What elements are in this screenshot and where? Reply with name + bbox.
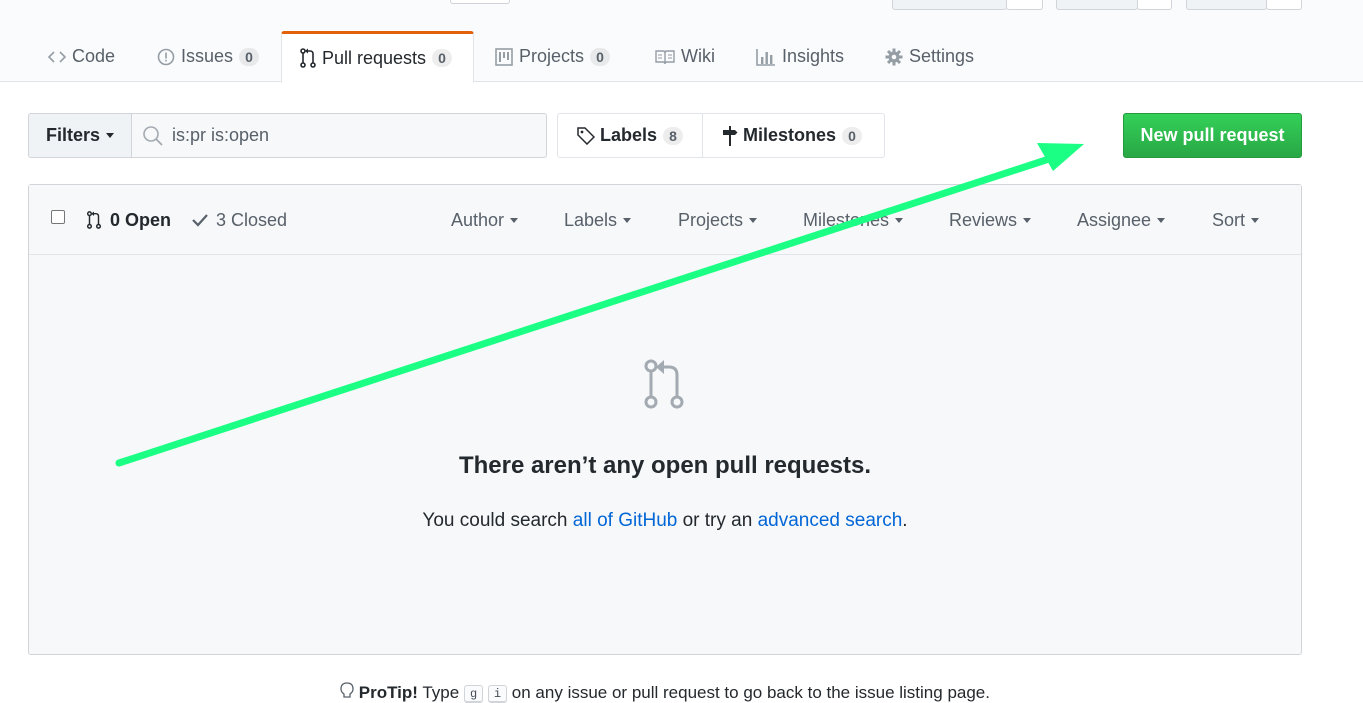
- labels-filter-label: Labels: [564, 209, 618, 230]
- select-all-checkbox[interactable]: [51, 210, 65, 224]
- labels-filter[interactable]: Labels: [564, 185, 632, 255]
- filters-button[interactable]: Filters: [28, 113, 132, 158]
- issue-opened-icon: [157, 48, 175, 66]
- open-filter-link[interactable]: 0 Open: [86, 185, 171, 255]
- blankslate-text-before: You could search: [422, 510, 573, 531]
- sort-filter[interactable]: Sort: [1212, 185, 1260, 255]
- tab-issues[interactable]: Issues 0: [153, 31, 263, 82]
- tab-pull-requests[interactable]: Pull requests 0: [281, 31, 474, 83]
- milestone-icon: [722, 125, 738, 146]
- chevron-down-icon: [749, 217, 758, 223]
- tab-wiki[interactable]: Wiki: [651, 31, 719, 82]
- watch-button[interactable]: [892, 0, 1007, 10]
- author-filter[interactable]: Author: [451, 185, 519, 255]
- projects-filter[interactable]: Projects: [678, 185, 758, 255]
- search-input[interactable]: [172, 125, 512, 146]
- chevron-down-icon: [895, 217, 904, 223]
- milestones-filter-label: Milestones: [803, 209, 890, 230]
- advanced-search-link[interactable]: advanced search: [758, 510, 903, 531]
- milestones-label: Milestones: [743, 125, 837, 145]
- sort-filter-label: Sort: [1212, 209, 1246, 230]
- tab-label: Code: [72, 46, 116, 66]
- milestones-counter: 0: [842, 126, 863, 145]
- chevron-down-icon: [623, 217, 632, 223]
- labels-label: Labels: [600, 125, 658, 145]
- code-icon: [48, 50, 66, 64]
- star-button[interactable]: [1056, 0, 1138, 10]
- chevron-down-icon: [1251, 217, 1260, 223]
- protip: ProTip! Type g i on any issue or pull re…: [0, 682, 1330, 703]
- tab-insights[interactable]: Insights: [752, 31, 848, 82]
- watch-count[interactable]: [1006, 0, 1043, 10]
- open-count-label: 0 Open: [110, 209, 172, 230]
- tab-settings[interactable]: Settings: [881, 31, 978, 82]
- new-pull-request-button[interactable]: New pull request: [1123, 113, 1302, 158]
- fork-button[interactable]: [1186, 0, 1267, 10]
- filters-button-label: Filters: [45, 125, 101, 145]
- blankslate-text: You could search all of GitHub or try an…: [29, 510, 1301, 532]
- assignee-filter-label: Assignee: [1077, 209, 1152, 230]
- milestones-filter[interactable]: Milestones: [803, 185, 904, 255]
- search-field[interactable]: [131, 113, 547, 158]
- all-of-github-link[interactable]: all of GitHub: [573, 510, 678, 531]
- protip-text-before: Type: [417, 683, 464, 702]
- tab-label: Issues: [181, 46, 234, 66]
- book-icon: [655, 49, 675, 65]
- blankslate-text-middle: or try an: [677, 510, 758, 531]
- check-icon: [192, 213, 208, 227]
- tab-code[interactable]: Code: [44, 31, 119, 82]
- closed-filter-link[interactable]: 3 Closed: [192, 185, 287, 255]
- reviews-filter[interactable]: Reviews: [949, 185, 1032, 255]
- tab-label: Settings: [909, 46, 975, 66]
- closed-count-label: 3 Closed: [216, 209, 288, 230]
- tab-projects[interactable]: Projects 0: [491, 31, 614, 82]
- light-bulb-icon: [340, 682, 359, 702]
- pull-request-list: 0 Open 3 Closed Author Labels Projects M…: [28, 184, 1302, 655]
- projects-filter-label: Projects: [678, 209, 744, 230]
- blankslate: There aren’t any open pull requests. You…: [29, 255, 1301, 654]
- labels-link[interactable]: Labels 8: [558, 114, 703, 157]
- labels-counter: 8: [663, 126, 684, 145]
- labels-milestones-group: Labels 8 Milestones 0: [557, 113, 885, 158]
- tag-icon: [577, 126, 595, 145]
- gear-icon: [885, 48, 903, 66]
- issues-counter: 0: [239, 47, 260, 66]
- tab-label: Pull requests: [322, 47, 427, 68]
- list-header: 0 Open 3 Closed Author Labels Projects M…: [29, 185, 1301, 255]
- tab-label: Insights: [782, 46, 845, 66]
- tab-label: Projects: [519, 46, 585, 66]
- chevron-down-icon: [1023, 217, 1032, 223]
- reviews-filter-label: Reviews: [949, 209, 1018, 230]
- author-filter-label: Author: [451, 209, 505, 230]
- fork-count[interactable]: [1266, 0, 1302, 10]
- chevron-down-icon: [510, 217, 519, 223]
- git-pull-request-icon: [643, 359, 687, 414]
- protip-text-after: on any issue or pull request to go back …: [507, 683, 990, 702]
- milestones-link[interactable]: Milestones 0: [703, 114, 863, 157]
- key-g: g: [463, 684, 484, 703]
- chevron-down-icon: [1157, 217, 1166, 223]
- key-i: i: [487, 684, 508, 703]
- projects-counter: 0: [590, 47, 611, 66]
- graph-icon: [756, 48, 776, 66]
- blankslate-title: There aren’t any open pull requests.: [458, 452, 872, 479]
- assignee-filter[interactable]: Assignee: [1077, 185, 1166, 255]
- git-pull-request-icon: [300, 48, 316, 68]
- project-icon: [495, 47, 513, 66]
- repo-title-fragment: [450, 0, 510, 4]
- star-count[interactable]: [1137, 0, 1172, 10]
- filters-bar: Filters: [28, 113, 547, 158]
- protip-label: ProTip!: [358, 683, 418, 702]
- tab-label: Wiki: [681, 46, 715, 66]
- git-pull-request-icon: [86, 211, 102, 229]
- pulls-counter: 0: [432, 49, 453, 67]
- blankslate-text-after: .: [902, 510, 908, 531]
- search-icon: [142, 125, 164, 147]
- chevron-down-icon: [106, 133, 115, 138]
